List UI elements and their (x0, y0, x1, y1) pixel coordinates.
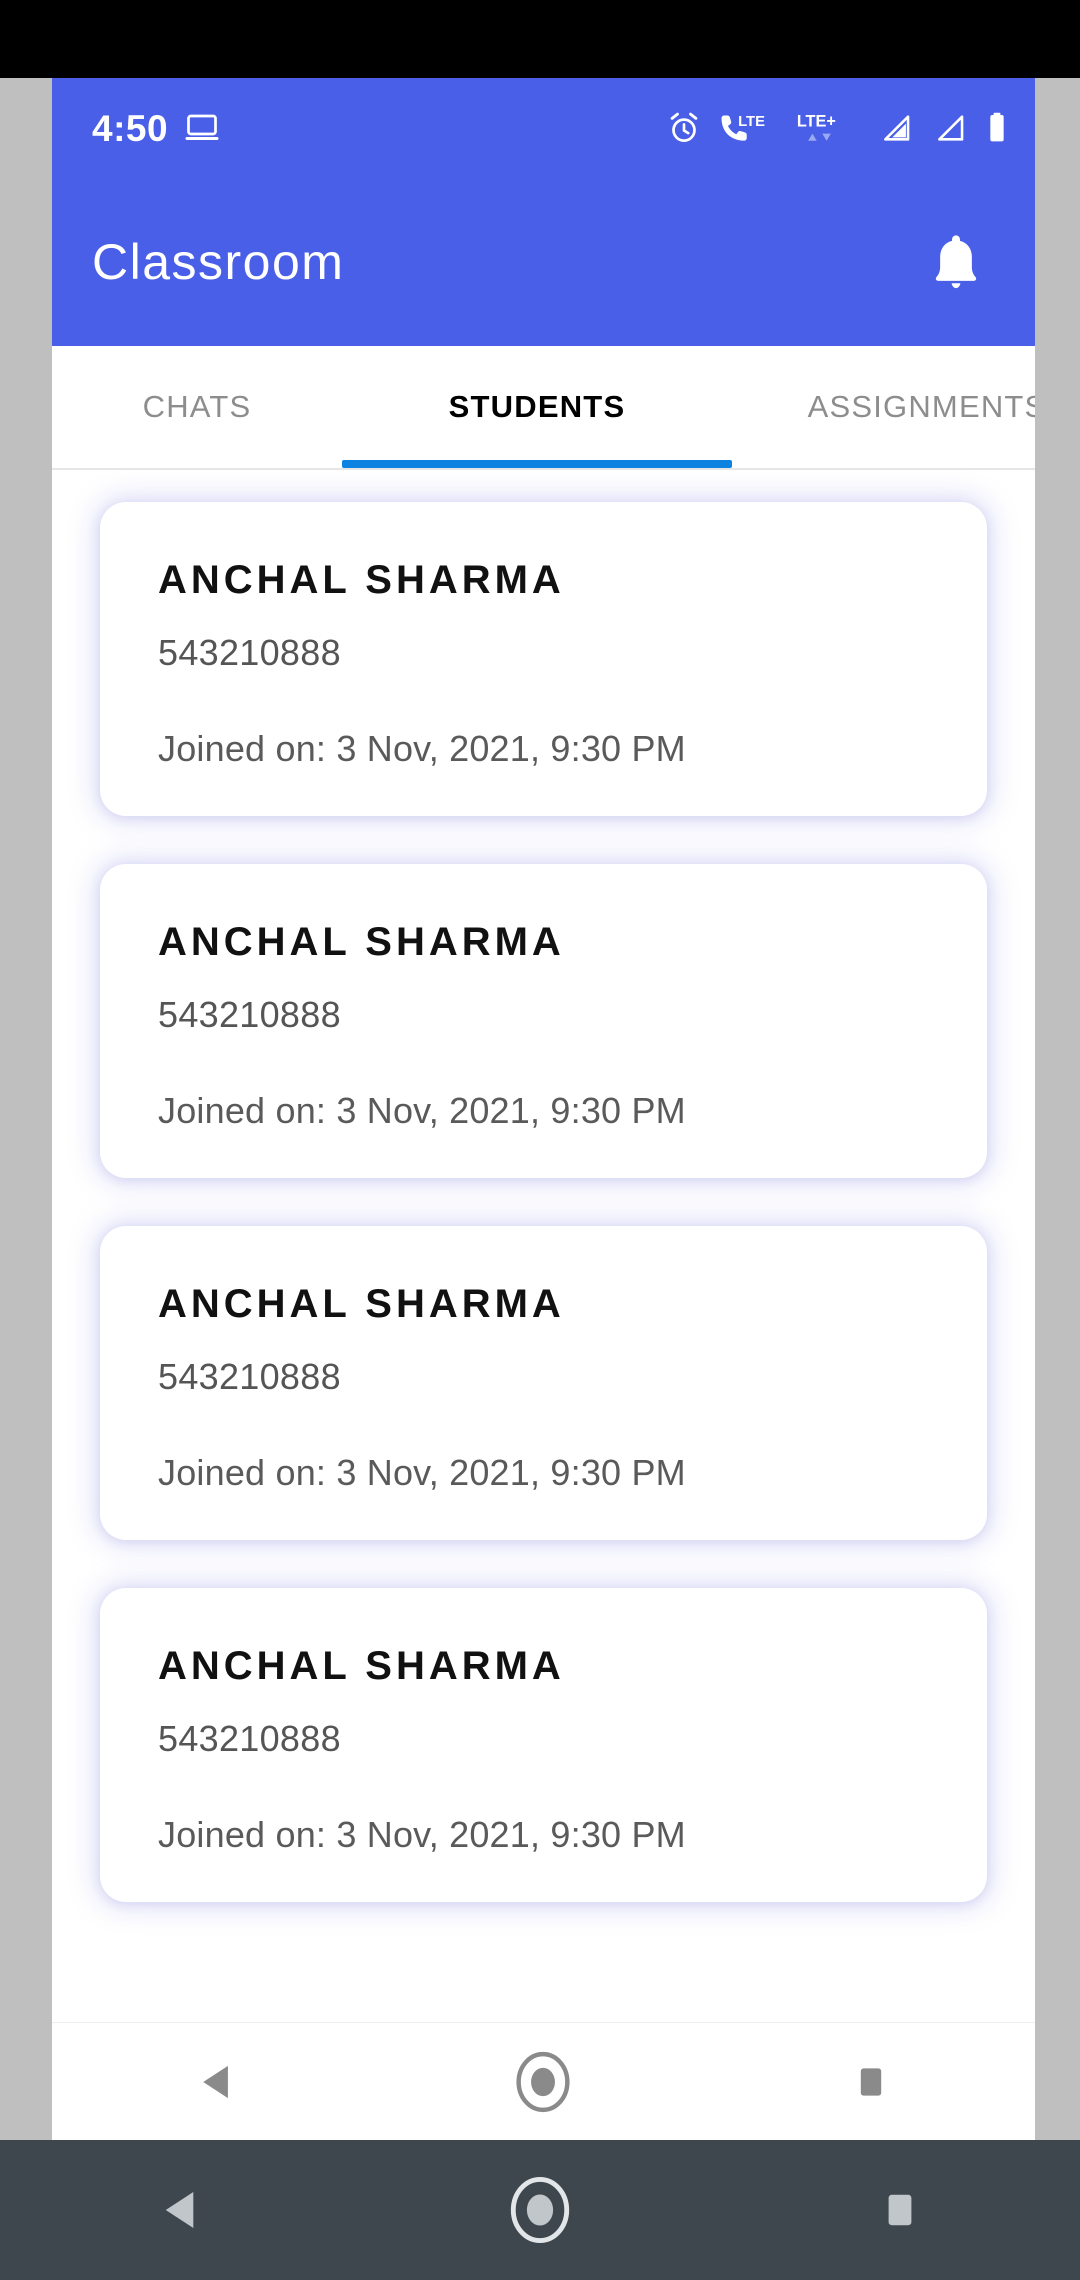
signal-bar-2-icon (938, 115, 964, 141)
student-name: ANCHAL SHARMA (158, 558, 565, 602)
student-joined-on: Joined on: 3 Nov, 2021, 9:30 PM (158, 1814, 686, 1855)
home-circle-icon (510, 2176, 570, 2244)
svg-text:LTE: LTE (738, 114, 765, 130)
notifications-button[interactable] (913, 219, 999, 305)
student-name: ANCHAL SHARMA (158, 1282, 565, 1326)
student-joined-on: Joined on: 3 Nov, 2021, 9:30 PM (158, 1090, 686, 1131)
app-window: 4:50 LTE LTE+ Classroom CHATS STUDENTS A… (52, 78, 1035, 2140)
student-id: 543210888 (158, 1356, 341, 1397)
student-name: ANCHAL SHARMA (158, 920, 565, 964)
tab-active-indicator (342, 460, 732, 468)
battery-full-icon (990, 112, 1004, 142)
laptop-cast-icon (185, 114, 219, 140)
bell-icon (935, 235, 977, 289)
tab-students-label: STUDENTS (448, 389, 626, 424)
system-navigation-bar (0, 2140, 1080, 2280)
status-bar: 4:50 LTE LTE+ (52, 78, 1035, 178)
student-id: 543210888 (158, 1718, 341, 1759)
student-name: ANCHAL SHARMA (158, 1644, 565, 1688)
students-list[interactable]: ANCHAL SHARMA 543210888 Joined on: 3 Nov… (52, 470, 1035, 2082)
tab-assignments-label: ASSIGNMENTS (807, 389, 1035, 424)
home-circle-icon (516, 2051, 571, 2112)
phone-screen: 4:50 LTE LTE+ Classroom CHATS STUDENTS A… (0, 0, 1080, 2280)
tab-assignments[interactable]: ASSIGNMENTS (732, 346, 1035, 468)
back-button[interactable] (141, 2063, 291, 2101)
alarm-clock-icon (670, 112, 698, 142)
student-card[interactable]: ANCHAL SHARMA 543210888 Joined on: 3 Nov… (100, 1588, 987, 1902)
system-back-button[interactable] (90, 2189, 270, 2231)
app-bar: Classroom (52, 178, 1035, 346)
back-triangle-icon (203, 2065, 228, 2098)
home-button[interactable] (468, 2051, 618, 2113)
student-card[interactable]: ANCHAL SHARMA 543210888 Joined on: 3 Nov… (100, 1226, 987, 1540)
tab-chats-label: CHATS (142, 389, 252, 424)
signal-bar-1-icon (884, 115, 910, 141)
recents-button[interactable] (796, 2063, 946, 2101)
recents-square-icon (888, 2194, 912, 2226)
app-navigation-bar (52, 2022, 1035, 2140)
status-bar-clock: 4:50 (92, 107, 169, 149)
left-rail (0, 78, 52, 2140)
phone-lte-icon: LTE (721, 114, 765, 141)
back-triangle-icon (165, 2191, 194, 2229)
tab-students[interactable]: STUDENTS (342, 346, 732, 468)
tab-bar: CHATS STUDENTS ASSIGNMENTS (52, 346, 1035, 468)
student-id: 543210888 (158, 994, 341, 1035)
student-card[interactable]: ANCHAL SHARMA 543210888 Joined on: 3 Nov… (100, 502, 987, 816)
tab-chats[interactable]: CHATS (52, 346, 342, 468)
student-id: 543210888 (158, 632, 341, 673)
svg-text:LTE+: LTE+ (797, 113, 836, 131)
page-title: Classroom (92, 234, 345, 290)
status-bar-right: LTE LTE+ (667, 111, 1009, 145)
system-recents-button[interactable] (810, 2189, 990, 2231)
student-joined-on: Joined on: 3 Nov, 2021, 9:30 PM (158, 1452, 686, 1493)
status-bar-left: 4:50 (92, 110, 220, 147)
student-card[interactable]: ANCHAL SHARMA 543210888 Joined on: 3 Nov… (100, 864, 987, 1178)
right-rail (1035, 78, 1080, 2140)
letterbox-top (0, 0, 1080, 78)
recents-square-icon (860, 2067, 882, 2096)
lte-plus-icon: LTE+ (797, 113, 836, 141)
student-joined-on: Joined on: 3 Nov, 2021, 9:30 PM (158, 728, 686, 769)
system-home-button[interactable] (450, 2176, 630, 2244)
